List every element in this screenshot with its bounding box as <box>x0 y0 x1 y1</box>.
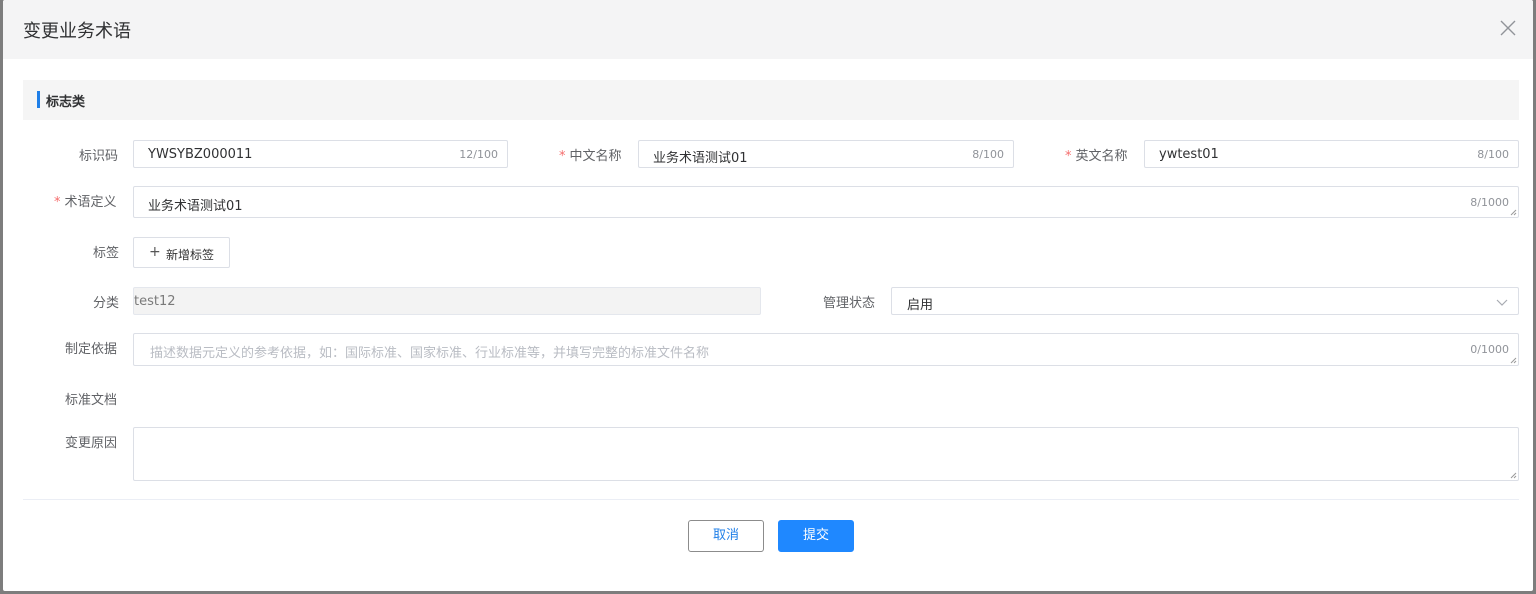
en-name-count: 8/100 <box>1477 148 1509 161</box>
plus-icon: + <box>149 244 161 260</box>
reason-textarea[interactable] <box>133 427 1519 481</box>
en-name-input[interactable]: ywtest01 8/100 <box>1144 140 1519 168</box>
cn-name-count: 8/100 <box>972 148 1004 161</box>
basis-count: 0/1000 <box>1470 343 1509 356</box>
basis-label: 制定依据 <box>65 342 118 357</box>
section-accent-bar <box>37 91 40 108</box>
section-title: 标志类 <box>46 95 86 110</box>
required-mark: * <box>559 149 566 164</box>
dialog-title: 变更业务术语 <box>23 21 131 42</box>
en-name-value: ywtest01 <box>1159 147 1219 162</box>
required-mark: * <box>1065 149 1072 164</box>
basis-textarea[interactable]: 描述数据元定义的参考依据，如：国际标准、国家标准、行业标准等，并填写完整的标准文… <box>133 333 1519 366</box>
category-label: 分类 <box>93 296 120 311</box>
section-header: 标志类 <box>23 80 1519 120</box>
tag-label: 标签 <box>93 246 120 261</box>
dialog-header: 变更业务术语 <box>3 0 1533 59</box>
category-value: test12 <box>134 294 176 309</box>
resize-handle-icon[interactable] <box>1509 471 1517 479</box>
cn-name-label: * 中文名称 <box>559 149 622 164</box>
doc-label: 标准文档 <box>65 393 118 408</box>
code-value: YWSYBZ000011 <box>148 147 253 162</box>
definition-value: 业务术语测试01 <box>148 199 243 214</box>
submit-button[interactable]: 提交 <box>778 520 854 552</box>
cancel-button[interactable]: 取消 <box>688 520 764 552</box>
required-mark: * <box>54 195 61 210</box>
en-name-label: * 英文名称 <box>1065 149 1128 164</box>
cn-name-value: 业务术语测试01 <box>653 151 748 166</box>
status-label: 管理状态 <box>823 296 876 311</box>
close-icon[interactable] <box>1497 17 1519 39</box>
status-select[interactable]: 启用 <box>891 287 1519 315</box>
category-input[interactable]: test12 <box>133 287 761 315</box>
definition-label: * 术语定义 <box>54 195 117 210</box>
add-tag-button[interactable]: + 新增标签 <box>133 237 230 268</box>
chevron-down-icon <box>1496 299 1508 306</box>
code-count: 12/100 <box>459 148 498 161</box>
definition-textarea[interactable]: 业务术语测试01 8/1000 <box>133 186 1519 218</box>
code-label: 标识码 <box>79 149 119 164</box>
footer-divider <box>23 499 1519 500</box>
change-term-dialog: 变更业务术语 标志类 标识码 YWSYBZ000011 12/100 * 中文名称… <box>3 0 1533 591</box>
status-value: 启用 <box>907 298 934 313</box>
reason-label: 变更原因 <box>65 436 118 451</box>
definition-count: 8/1000 <box>1470 196 1509 209</box>
basis-placeholder: 描述数据元定义的参考依据，如：国际标准、国家标准、行业标准等，并填写完整的标准文… <box>150 346 710 361</box>
resize-handle-icon[interactable] <box>1509 208 1517 216</box>
cn-name-input[interactable]: 业务术语测试01 8/100 <box>638 140 1014 168</box>
code-input[interactable]: YWSYBZ000011 12/100 <box>133 140 508 168</box>
resize-handle-icon[interactable] <box>1509 356 1517 364</box>
